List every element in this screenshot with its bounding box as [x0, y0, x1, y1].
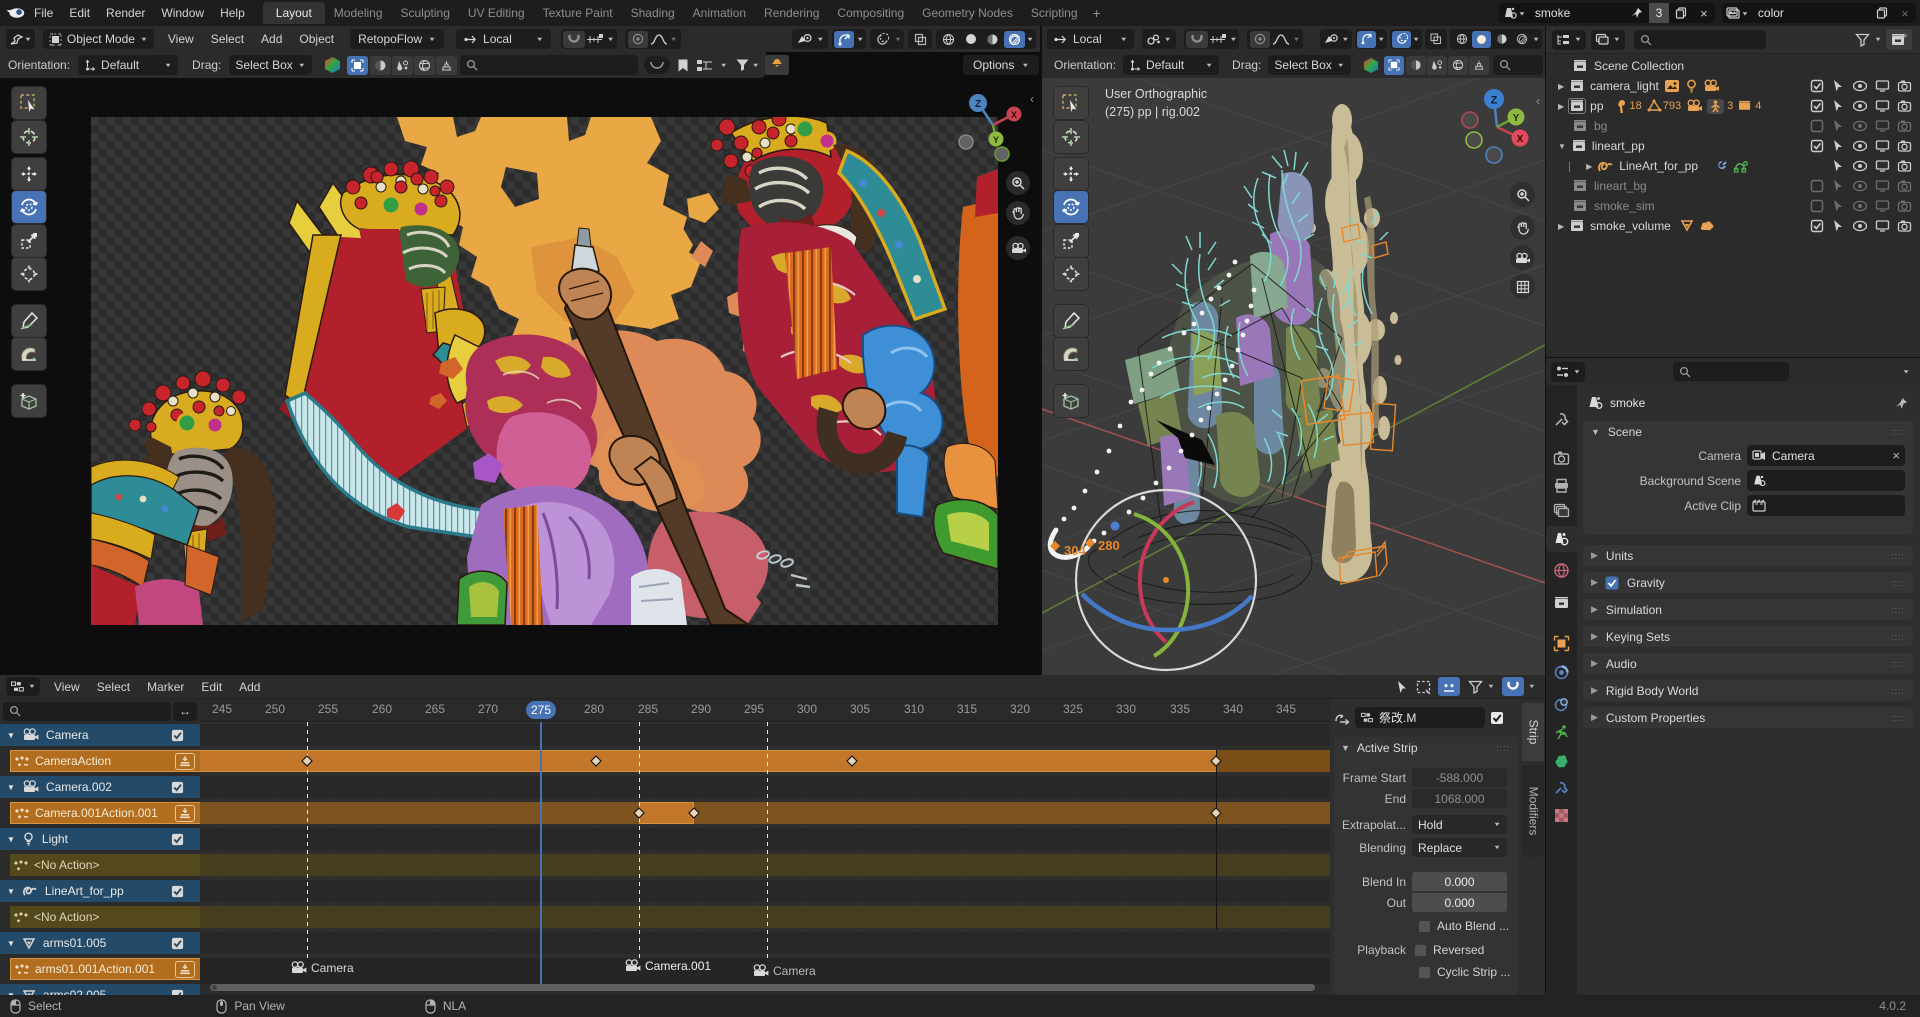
- svg-text:X: X: [1011, 110, 1017, 120]
- svg-text:Y: Y: [993, 135, 999, 145]
- svg-text:Z: Z: [1491, 95, 1498, 107]
- svg-text:(275) pp | rig.002: (275) pp | rig.002: [1105, 105, 1200, 119]
- svg-text:304: 304: [1064, 543, 1086, 558]
- svg-text:Y: Y: [1513, 113, 1520, 124]
- svg-text:Z: Z: [975, 99, 981, 110]
- svg-text:280: 280: [1098, 538, 1120, 553]
- svg-text:User Orthographic: User Orthographic: [1105, 87, 1207, 101]
- svg-text:X: X: [1517, 134, 1524, 145]
